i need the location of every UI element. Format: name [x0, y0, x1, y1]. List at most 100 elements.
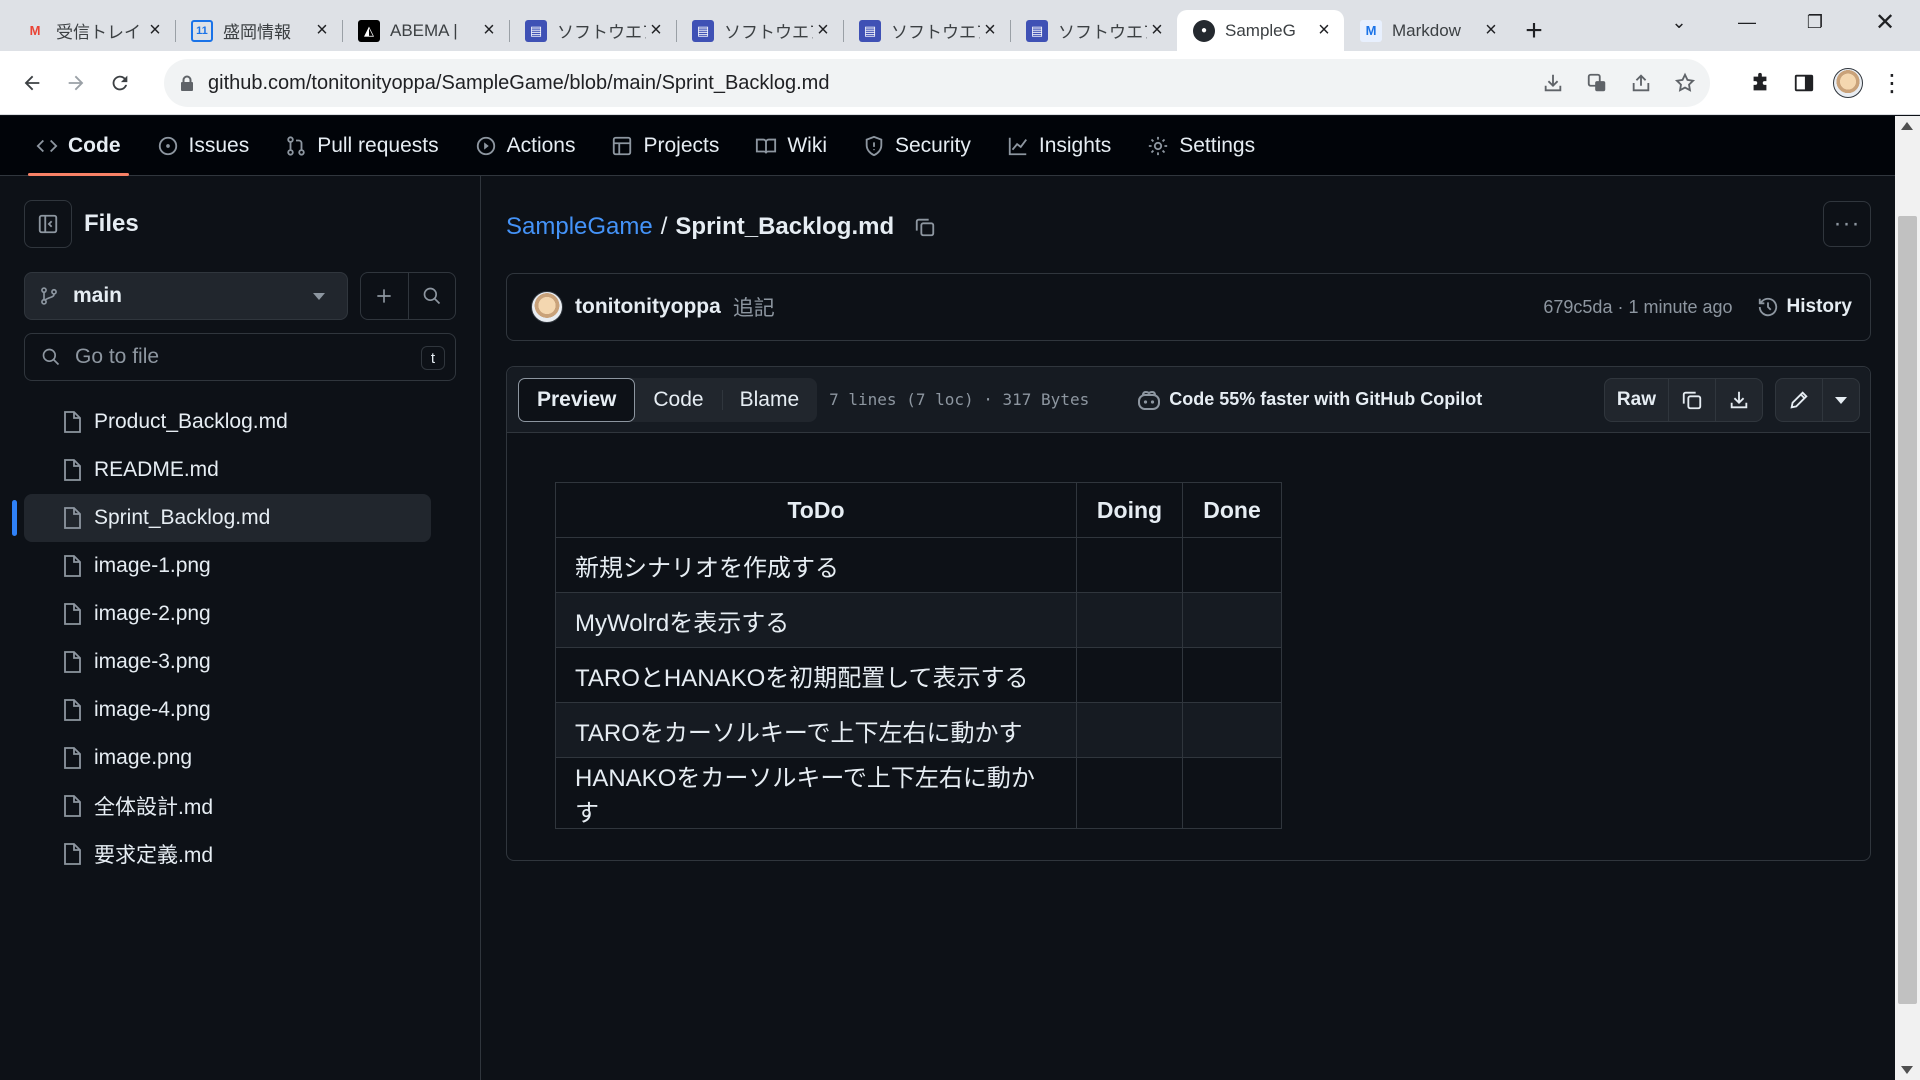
close-window-icon[interactable]: ✕ — [1856, 0, 1914, 44]
edit-file-button[interactable] — [1776, 379, 1822, 421]
close-icon[interactable]: × — [813, 19, 833, 42]
new-tab-button[interactable]: + — [1511, 10, 1557, 51]
bookmark-star-icon[interactable] — [1674, 72, 1696, 94]
file-item[interactable]: image-4.png — [24, 686, 431, 734]
table-cell — [1182, 537, 1282, 593]
projects-icon — [613, 136, 632, 155]
copilot-promo[interactable]: Code 55% faster with GitHub Copilot — [1137, 389, 1482, 411]
search-icon — [423, 287, 440, 305]
close-icon[interactable]: × — [1481, 19, 1501, 42]
tab-insights[interactable]: Insights — [995, 116, 1123, 176]
pencil-icon — [1790, 391, 1808, 409]
file-icon — [64, 411, 81, 433]
file-item[interactable]: image-1.png — [24, 542, 431, 590]
go-to-file-input[interactable]: Go to file t — [24, 333, 456, 381]
tab-projects[interactable]: Projects — [599, 116, 731, 176]
scroll-up-arrow-icon[interactable] — [1901, 122, 1913, 130]
tab-wiki[interactable]: Wiki — [743, 116, 839, 176]
reload-icon — [112, 75, 128, 90]
file-item[interactable]: Product_Backlog.md — [24, 398, 431, 446]
file-item-selected[interactable]: Sprint_Backlog.md — [12, 494, 431, 542]
tab-label: Wiki — [787, 133, 827, 157]
browser-tab-forms-3[interactable]: ▤ ソフトウエア × — [843, 10, 1010, 51]
file-viewer-header: Preview Code Blame 7 lines (7 loc) · 317… — [507, 367, 1870, 433]
reload-button[interactable] — [98, 61, 142, 105]
file-item[interactable]: image.png — [24, 734, 431, 782]
file-item[interactable]: 要求定義.md — [24, 830, 431, 878]
table-header-row: ToDo Doing Done — [555, 482, 1282, 538]
tab-security[interactable]: Security — [851, 116, 983, 176]
table-header-cell: Doing — [1076, 482, 1183, 538]
breadcrumb-separator: / — [660, 213, 668, 240]
history-button[interactable]: History — [1757, 296, 1852, 318]
extensions-icon[interactable] — [1738, 61, 1782, 105]
tab-issues[interactable]: Issues — [145, 116, 262, 176]
collapse-sidebar-button[interactable] — [24, 200, 72, 248]
browser-tab-github[interactable]: ● SampleG × — [1177, 10, 1344, 51]
close-icon[interactable]: × — [479, 19, 499, 42]
raw-button[interactable]: Raw — [1605, 379, 1668, 421]
browser-tab-calendar[interactable]: 11 盛岡情報 × — [175, 10, 342, 51]
minimize-icon[interactable]: — — [1718, 0, 1776, 44]
tab-actions[interactable]: Actions — [463, 116, 588, 176]
commit-author[interactable]: tonitonityoppa — [575, 295, 721, 319]
tab-label: Insights — [1038, 133, 1112, 157]
file-name: 全体設計.md — [94, 796, 214, 819]
file-name: image-4.png — [94, 698, 211, 721]
code-tab[interactable]: Code — [635, 378, 721, 422]
profile-avatar[interactable] — [1826, 61, 1870, 105]
close-icon[interactable]: × — [1314, 19, 1334, 42]
address-bar[interactable]: github.com/tonitonityoppa/SampleGame/blo… — [164, 59, 1710, 107]
close-icon[interactable]: × — [1147, 19, 1167, 42]
back-button[interactable] — [10, 61, 54, 105]
caret-down-icon — [1835, 396, 1847, 404]
side-panel-icon[interactable] — [1782, 61, 1826, 105]
share-icon[interactable] — [1630, 72, 1652, 94]
browser-tab-gmail[interactable]: M 受信トレイ × — [8, 10, 175, 51]
tab-settings[interactable]: Settings — [1135, 116, 1267, 176]
close-icon[interactable]: × — [312, 19, 332, 42]
tab-code[interactable]: Code — [24, 116, 133, 176]
translate-icon[interactable] — [1586, 72, 1608, 94]
search-files-button[interactable] — [407, 273, 456, 319]
close-icon[interactable]: × — [980, 19, 1000, 42]
browser-tab-abema[interactable]: ◭ ABEMA | × — [342, 10, 509, 51]
table-cell — [1076, 757, 1183, 829]
forward-button[interactable] — [54, 61, 98, 105]
file-item[interactable]: README.md — [24, 446, 431, 494]
install-icon[interactable] — [1542, 72, 1564, 94]
preview-tab[interactable]: Preview — [518, 377, 636, 422]
history-icon — [1758, 297, 1777, 317]
close-icon[interactable]: × — [646, 19, 666, 42]
tab-pull-requests[interactable]: Pull requests — [273, 116, 450, 176]
commit-message[interactable]: 追記 — [733, 292, 775, 322]
copy-path-icon[interactable] — [914, 216, 936, 238]
file-item[interactable]: image-3.png — [24, 638, 431, 686]
browser-tab-forms-1[interactable]: ▤ ソフトウエア × — [509, 10, 676, 51]
copilot-icon — [1138, 390, 1161, 410]
file-item[interactable]: image-2.png — [24, 590, 431, 638]
breadcrumb-repo-link[interactable]: SampleGame — [506, 213, 653, 241]
scrollbar-thumb[interactable] — [1898, 216, 1917, 1004]
more-options-button[interactable]: ··· — [1823, 201, 1871, 247]
browser-tab-strip: M 受信トレイ × 11 盛岡情報 × ◭ ABEMA | × ▤ ソフトウエア… — [0, 0, 1920, 51]
avatar[interactable] — [531, 291, 563, 323]
file-item[interactable]: 全体設計.md — [24, 782, 431, 830]
omnibox-actions — [1542, 59, 1696, 107]
close-icon[interactable]: × — [145, 19, 165, 42]
scroll-down-arrow-icon[interactable] — [1901, 1066, 1913, 1074]
menu-kebab-icon[interactable]: ⋮ — [1870, 61, 1914, 105]
copy-raw-button[interactable] — [1668, 379, 1715, 421]
browser-tab-forms-2[interactable]: ▤ ソフトウエア × — [676, 10, 843, 51]
browser-tab-markdown[interactable]: M Markdow × — [1344, 10, 1511, 51]
edit-options-dropdown[interactable] — [1822, 379, 1859, 421]
branch-selector[interactable]: main — [24, 272, 348, 320]
tab-search-icon[interactable]: ⌄ — [1650, 0, 1708, 44]
commit-meta[interactable]: 679c5da · 1 minute ago — [1543, 297, 1732, 318]
page-scrollbar[interactable] — [1895, 116, 1920, 1080]
add-file-button[interactable] — [361, 273, 408, 319]
blame-tab[interactable]: Blame — [721, 378, 818, 422]
browser-tab-forms-4[interactable]: ▤ ソフトウエア × — [1010, 10, 1177, 51]
restore-icon[interactable]: ❐ — [1786, 0, 1844, 44]
download-raw-button[interactable] — [1715, 379, 1762, 421]
